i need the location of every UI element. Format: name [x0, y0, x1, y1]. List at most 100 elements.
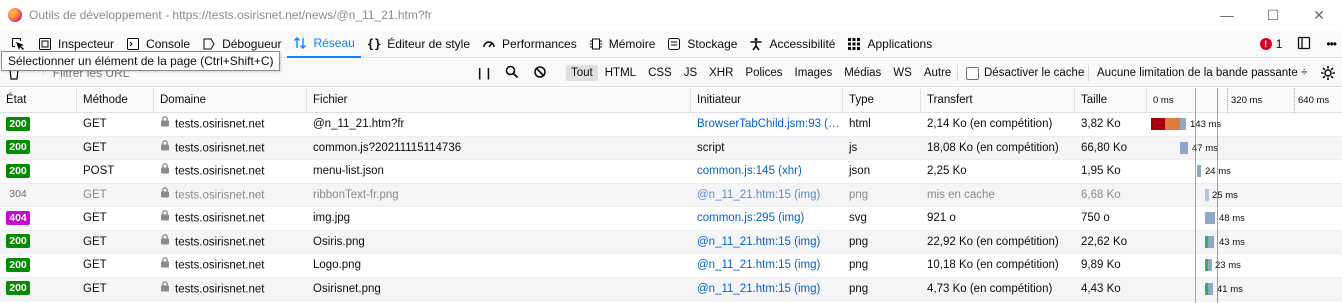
header-type[interactable]: Type [843, 88, 921, 113]
cell-file: menu-list.json [313, 165, 384, 177]
filter-tout[interactable]: Tout [566, 65, 598, 81]
filter-autre[interactable]: Autre [919, 65, 957, 81]
gear-icon [1321, 66, 1335, 80]
waterfall-bar [1197, 165, 1201, 177]
cell-method: GET [83, 118, 107, 130]
filter-js[interactable]: JS [679, 65, 702, 81]
cell-initiator[interactable]: common.js:145 (xhr) [691, 160, 843, 183]
header-domaine[interactable]: Domaine [154, 88, 307, 113]
table-row[interactable]: 200 GET tests.osirisnet.net Logo.png @n_11_2… [0, 254, 1342, 278]
cell-status: 200 [0, 160, 77, 183]
filter-html[interactable]: HTML [600, 65, 641, 81]
cell-status: 200 [0, 137, 77, 160]
lock-icon [160, 184, 170, 207]
cell-initiator[interactable]: BrowserTabChild.jsm:93 (document) [691, 113, 843, 136]
cell-status: 304 [0, 184, 77, 207]
header-transfert[interactable]: Transfert [921, 88, 1075, 113]
tab-reseau[interactable]: Réseau [287, 30, 361, 58]
cell-size: 6,68 Ko [1081, 188, 1121, 201]
disable-cache-toggle[interactable]: Désactiver le cache [966, 59, 1084, 87]
cell-transfer: 2,14 Ko (en compétition) [927, 118, 1053, 130]
cell-file: @n_11_21.htm?fr [313, 118, 405, 130]
table-row[interactable]: 304 GET tests.osirisnet.net ribbonText-fr.p… [0, 183, 1342, 207]
filter-xhr[interactable]: XHR [704, 65, 738, 81]
tab-label: Stockage [687, 36, 738, 51]
cell-method: GET [83, 141, 107, 154]
header-waterfall[interactable]: 0 ms 320 ms 640 ms [1147, 88, 1342, 113]
cell-domain: tests.osirisnet.net [154, 113, 307, 136]
divider [957, 65, 958, 81]
lock-icon [160, 160, 170, 183]
tab-accessibilite[interactable]: Accessibilité [743, 30, 841, 58]
cell-type: svg [849, 212, 867, 224]
filter-polices[interactable]: Polices [740, 65, 787, 81]
waterfall-bar [1151, 118, 1165, 130]
table-row[interactable]: 200 POST tests.osirisnet.net menu-list.json… [0, 160, 1342, 184]
domain-text: tests.osirisnet.net [175, 165, 265, 178]
table-body: 200 GET tests.osirisnet.net @n_11_21.htm?fr… [0, 113, 1342, 301]
close-button[interactable]: ✕ [1296, 0, 1342, 30]
error-icon: ! [1259, 38, 1272, 50]
tick-640ms: 640 ms [1294, 88, 1329, 113]
filter-css[interactable]: CSS [643, 65, 677, 81]
cell-initiator[interactable]: common.js:295 (img) [691, 207, 843, 230]
filter-medias[interactable]: Médias [839, 65, 886, 81]
cell-initiator[interactable]: @n_11_21.htm:15 (img) [691, 184, 843, 207]
cell-initiator[interactable]: @n_11_21.htm:15 (img) [691, 254, 843, 277]
cell-domain: tests.osirisnet.net [154, 184, 307, 207]
disable-cache-checkbox[interactable] [966, 66, 979, 80]
waterfall-time-label: 143 ms [1190, 119, 1222, 130]
header-initiateur[interactable]: Initiateur [691, 88, 843, 113]
waterfall-time-label: 23 ms [1215, 260, 1241, 271]
header-methode[interactable]: Méthode [77, 88, 154, 113]
domain-text: tests.osirisnet.net [175, 259, 265, 272]
waterfall-time-label: 43 ms [1219, 236, 1245, 248]
tab-applications[interactable]: Applications [841, 30, 938, 58]
cell-size: 3,82 Ko [1081, 118, 1121, 130]
cell-initiator[interactable]: @n_11_21.htm:15 (img) [691, 278, 843, 301]
tab-stockage[interactable]: Stockage [661, 30, 743, 58]
table-row[interactable]: 404 GET tests.osirisnet.net img.jpg common.j… [0, 207, 1342, 231]
memory-icon [589, 37, 603, 51]
storage-icon [667, 37, 681, 51]
table-row[interactable]: 200 GET tests.osirisnet.net @n_11_21.htm?fr… [0, 113, 1342, 137]
cell-file: img.jpg [313, 212, 351, 224]
header-etat[interactable]: État [0, 88, 77, 113]
filter-ws[interactable]: WS [888, 65, 917, 81]
more-options-button[interactable]: ••• [1326, 37, 1337, 51]
cell-status: 200 [0, 254, 77, 277]
tick-320ms: 320 ms [1227, 88, 1262, 113]
tab-memoire[interactable]: Mémoire [583, 30, 662, 58]
title-bar: Outils de développement - https://tests.… [0, 0, 1342, 30]
filter-images[interactable]: Images [790, 65, 838, 81]
firefox-logo-icon [8, 8, 22, 22]
header-taille[interactable]: Taille [1075, 88, 1147, 113]
network-settings-button[interactable] [1320, 59, 1336, 87]
tab-performances[interactable]: Performances [476, 30, 583, 58]
cell-waterfall: 41 ms [1147, 278, 1342, 301]
domain-text: tests.osirisnet.net [175, 212, 265, 225]
search-icon[interactable] [505, 65, 519, 82]
accessibility-icon [749, 37, 763, 51]
error-count: 1 [1275, 37, 1283, 51]
pause-icon[interactable]: | | [478, 66, 491, 80]
cell-status: 200 [0, 278, 77, 301]
dock-toggle-icon[interactable] [1296, 35, 1312, 54]
cell-method: POST [83, 165, 115, 177]
cell-waterfall: 48 ms [1147, 207, 1342, 230]
table-row[interactable]: 200 GET tests.osirisnet.net Osiris.png @n_11… [0, 230, 1342, 254]
minimize-button[interactable]: — [1204, 0, 1250, 30]
header-fichier[interactable]: Fichier [307, 88, 691, 113]
block-requests-icon[interactable] [533, 65, 547, 82]
cell-initiator[interactable]: @n_11_21.htm:15 (img) [691, 231, 843, 254]
table-row[interactable]: 200 GET tests.osirisnet.net Osirisnet.png @n… [0, 277, 1342, 301]
request-table: État Méthode Domaine Fichier Initiateur … [0, 88, 1342, 301]
tab-editeur-de-style[interactable]: {} Éditeur de style [361, 30, 476, 58]
table-row[interactable]: 200 GET tests.osirisnet.net common.js?20211… [0, 136, 1342, 160]
maximize-button[interactable]: ☐ [1250, 0, 1296, 30]
domain-text: tests.osirisnet.net [175, 283, 265, 296]
cell-domain: tests.osirisnet.net [154, 137, 307, 160]
error-count-badge[interactable]: ! 1 [1259, 37, 1283, 51]
throttle-select[interactable]: Aucune limitation de la bande passante ÷ [1097, 59, 1307, 87]
cell-method: GET [83, 212, 107, 224]
